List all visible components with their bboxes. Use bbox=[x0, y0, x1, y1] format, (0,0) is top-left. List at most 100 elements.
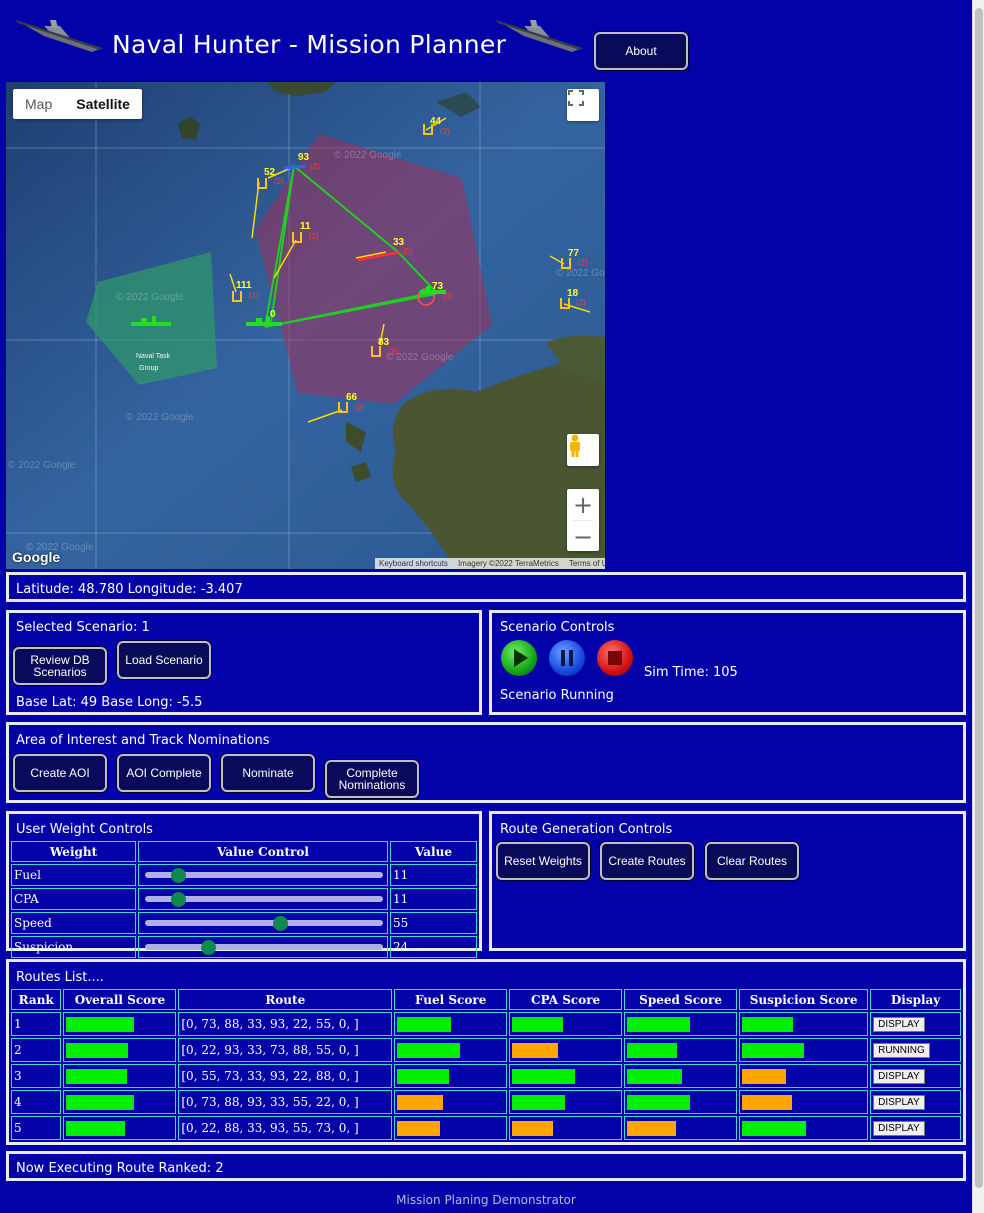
street-view-pegman[interactable] bbox=[567, 434, 599, 466]
play-button[interactable] bbox=[501, 640, 537, 676]
display-route-button[interactable]: DISPLAY bbox=[873, 1017, 925, 1032]
clear-routes-button[interactable]: Clear Routes bbox=[705, 842, 799, 880]
nominate-button[interactable]: Nominate bbox=[221, 754, 315, 792]
map-type-control[interactable]: Map Satellite bbox=[13, 89, 142, 119]
overall-score-cell bbox=[63, 1038, 177, 1062]
weight-slider[interactable] bbox=[141, 889, 385, 909]
display-cell: DISPLAY bbox=[870, 1012, 961, 1036]
page-scrollbar[interactable] bbox=[972, 0, 984, 1213]
selected-scenario: Selected Scenario: 1 bbox=[16, 620, 150, 635]
suspicion-score-bar bbox=[742, 1094, 793, 1110]
svg-text:© 2022 Google: © 2022 Google bbox=[556, 268, 605, 279]
route-sequence: [0, 22, 93, 33, 73, 88, 55, 0, ] bbox=[178, 1038, 393, 1062]
slider-track[interactable] bbox=[145, 944, 383, 950]
display-route-button[interactable]: DISPLAY bbox=[873, 1095, 925, 1110]
slider-knob[interactable] bbox=[170, 868, 186, 883]
reset-weights-button[interactable]: Reset Weights bbox=[496, 842, 590, 880]
terms-link[interactable]: Terms of Use bbox=[569, 558, 605, 569]
weight-value: 24 bbox=[390, 936, 477, 958]
aoi-complete-button[interactable]: AOI Complete bbox=[117, 754, 211, 792]
map-view[interactable]: Naval Task Group © 2022 Google © 2022 Go… bbox=[6, 82, 605, 569]
cpa-score-bar bbox=[512, 1016, 564, 1032]
display-cell: RUNNING bbox=[870, 1038, 961, 1062]
track-score: (2) bbox=[576, 298, 586, 307]
track-score: (1) bbox=[249, 291, 259, 300]
route-row: 3 [0, 55, 73, 33, 93, 22, 88, 0, ] DISPLAY bbox=[11, 1064, 961, 1088]
display-cell: DISPLAY bbox=[870, 1116, 961, 1140]
routes-header: Rank bbox=[11, 989, 62, 1010]
track-score: (5) bbox=[403, 247, 413, 256]
fuel-score-bar bbox=[397, 1068, 450, 1084]
route-gen-panel: Route Generation Controls Reset Weights … bbox=[489, 811, 966, 951]
weight-slider-cell bbox=[138, 936, 388, 958]
slider-knob[interactable] bbox=[170, 892, 186, 907]
zoom-in-button[interactable]: + bbox=[567, 489, 599, 520]
zoom-control[interactable]: + − bbox=[567, 489, 599, 551]
fuel-score-cell bbox=[394, 1064, 508, 1088]
pause-icon bbox=[561, 650, 573, 666]
route-row: 5 [0, 22, 88, 33, 93, 55, 73, 0, ] DISPLAY bbox=[11, 1116, 961, 1140]
overall-score-bar bbox=[66, 1094, 135, 1110]
create-aoi-button[interactable]: Create AOI bbox=[13, 754, 107, 792]
weight-slider[interactable] bbox=[141, 937, 385, 957]
create-routes-button[interactable]: Create Routes bbox=[600, 842, 694, 880]
warship-icon bbox=[496, 20, 582, 52]
track-score: (2) bbox=[440, 127, 450, 136]
suspicion-score-cell bbox=[739, 1038, 869, 1062]
display-cell: DISPLAY bbox=[870, 1064, 961, 1088]
slider-knob[interactable] bbox=[272, 916, 288, 931]
review-db-scenarios-button[interactable]: Review DB Scenarios bbox=[13, 647, 107, 685]
overall-score-bar bbox=[66, 1120, 126, 1136]
weight-slider[interactable] bbox=[141, 913, 385, 933]
track-score: (2) bbox=[309, 232, 319, 241]
routes-header: CPA Score bbox=[509, 989, 623, 1010]
load-scenario-button[interactable]: Load Scenario bbox=[117, 641, 211, 679]
suspicion-score-cell bbox=[739, 1064, 869, 1088]
weight-slider-cell bbox=[138, 864, 388, 886]
about-button[interactable]: About bbox=[594, 32, 688, 70]
routes-table: Rank Overall Score Route Fuel Score CPA Scor… bbox=[9, 987, 963, 1142]
position-panel: Latitude: 48.780 Longitude: -3.407 bbox=[6, 572, 966, 602]
overall-score-bar bbox=[66, 1068, 128, 1084]
stop-button[interactable] bbox=[597, 640, 633, 676]
value-control-header: Value Control bbox=[138, 841, 388, 862]
weight-name: Speed bbox=[11, 912, 136, 934]
slider-knob[interactable] bbox=[200, 940, 216, 955]
weight-header: Weight bbox=[11, 841, 136, 862]
weight-row: CPA 11 bbox=[11, 888, 477, 910]
play-icon bbox=[514, 649, 528, 667]
base-position: Base Lat: 49 Base Long: -5.5 bbox=[16, 695, 203, 710]
route-sequence: [0, 73, 88, 93, 33, 55, 22, 0, ] bbox=[178, 1090, 393, 1114]
route-sequence: [0, 55, 73, 33, 93, 22, 88, 0, ] bbox=[178, 1064, 393, 1088]
map-type-map[interactable]: Map bbox=[13, 89, 64, 119]
scrollbar-thumb[interactable] bbox=[975, 8, 983, 1188]
display-route-button[interactable]: DISPLAY bbox=[873, 1069, 925, 1084]
overall-score-bar bbox=[66, 1042, 129, 1058]
fullscreen-button[interactable] bbox=[567, 89, 599, 121]
cpa-score-bar bbox=[512, 1068, 576, 1084]
scenario-panel: Selected Scenario: 1 Review DB Scenarios… bbox=[6, 610, 482, 715]
cpa-score-cell bbox=[509, 1038, 623, 1062]
stop-icon bbox=[608, 651, 622, 665]
map-type-satellite[interactable]: Satellite bbox=[64, 89, 142, 119]
page-title: Naval Hunter - Mission Planner bbox=[112, 30, 507, 59]
fuel-score-bar bbox=[397, 1120, 441, 1136]
routes-title: Routes List.... bbox=[16, 970, 104, 985]
slider-track[interactable] bbox=[145, 920, 383, 926]
keyboard-shortcuts-link[interactable]: Keyboard shortcuts bbox=[379, 558, 448, 569]
suspicion-score-cell bbox=[739, 1012, 869, 1036]
zoom-out-button[interactable]: − bbox=[567, 521, 599, 552]
speed-score-cell bbox=[624, 1064, 738, 1088]
satellite-map[interactable]: Naval Task Group © 2022 Google © 2022 Go… bbox=[6, 82, 605, 569]
route-rank: 5 bbox=[11, 1116, 62, 1140]
complete-nominations-button[interactable]: Complete Nominations bbox=[325, 760, 419, 798]
weight-slider[interactable] bbox=[141, 865, 385, 885]
fullscreen-icon bbox=[568, 90, 584, 106]
pause-button[interactable] bbox=[549, 640, 585, 676]
speed-score-cell bbox=[624, 1116, 738, 1140]
value-header: Value bbox=[390, 841, 477, 862]
display-route-button[interactable]: RUNNING bbox=[873, 1043, 930, 1058]
speed-score-bar bbox=[627, 1068, 683, 1084]
display-route-button[interactable]: DISPLAY bbox=[873, 1121, 925, 1136]
track-score: (2) bbox=[578, 258, 588, 267]
